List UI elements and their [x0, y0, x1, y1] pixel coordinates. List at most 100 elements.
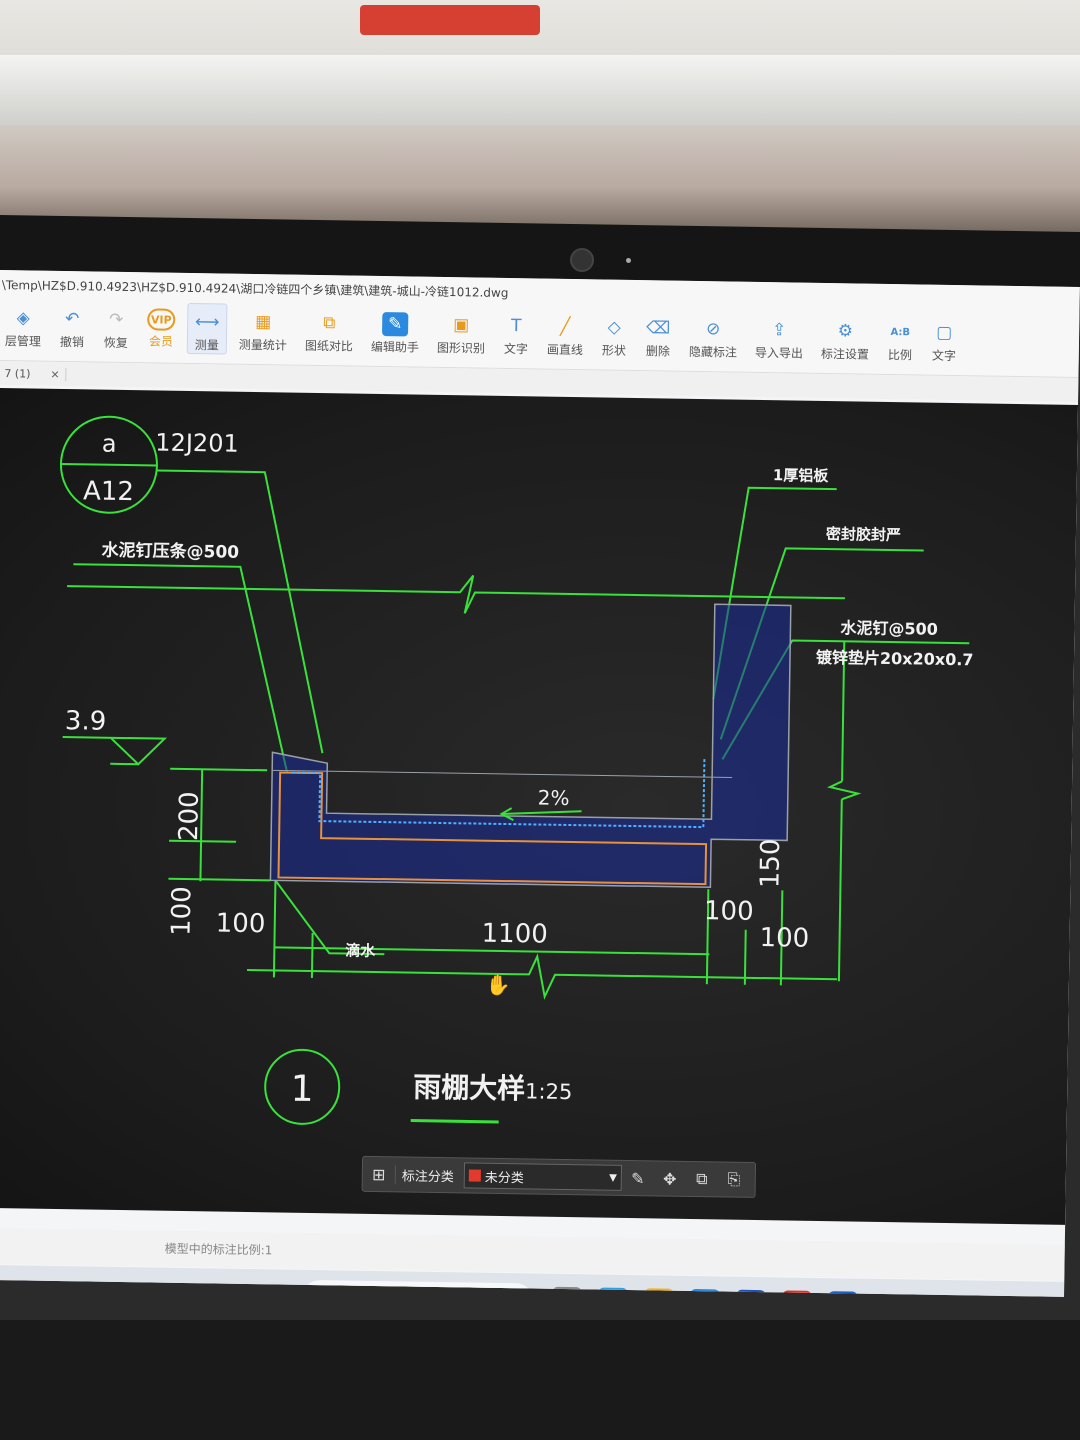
toolbar-shape-button[interactable]: ◇ 形状 — [595, 309, 634, 359]
webcam-indicator — [626, 258, 631, 263]
laptop-screen: \Temp\HZ$D.910.4923\HZ$D.910.4924\湖口冷链四个… — [0, 270, 1080, 1297]
toolbar-label: 图纸对比 — [304, 338, 353, 354]
move-icon[interactable]: ✥ — [654, 1169, 686, 1189]
document-tab[interactable]: 7 (1) × — [0, 366, 67, 381]
text-icon: T — [510, 316, 522, 337]
dim-100-left: 100 — [216, 908, 266, 939]
toolbar-hide-annotation-button[interactable]: ⊘ 隐藏标注 — [683, 311, 744, 361]
eraser-icon: ⌫ — [646, 318, 671, 339]
shape-recognition-icon: ▣ — [453, 315, 470, 336]
toolbar-label: 撤销 — [59, 334, 84, 350]
dim-100-vertical: 100 — [167, 886, 198, 936]
toolbar-scale-button[interactable]: A:B 比例 — [881, 314, 920, 364]
annotation-floatbar: ⊞ 标注分类 未分类 ▼ ✎ ✥ ⧉ ⎘ — [361, 1155, 757, 1198]
toolbar-label: 删除 — [645, 344, 671, 359]
toolbar-text2-button[interactable]: ▢ 文字 — [925, 315, 964, 365]
toolbar-text-button[interactable]: T 文字 — [497, 308, 536, 358]
slope-label: 2% — [538, 786, 570, 810]
canopy-structure — [269, 603, 792, 888]
dim-100-right: 100 — [759, 923, 809, 954]
cad-viewer-icon[interactable]: C — [735, 1289, 767, 1297]
toolbar-import-export-button[interactable]: ⇪ 导入导出 — [749, 312, 810, 362]
toolbar-label: 形状 — [601, 343, 627, 358]
detail-index-divider — [60, 462, 157, 467]
import-export-icon: ⇪ — [771, 320, 787, 341]
status-text: 模型中的标注比例:1 — [164, 1241, 273, 1258]
edit-assistant-icon: ✎ — [382, 312, 409, 337]
toolbar-label: 恢复 — [103, 335, 128, 351]
search-label: 搜索 — [333, 1288, 363, 1297]
toolbar-vip-button[interactable]: VIP 会员 — [141, 302, 182, 350]
detail-index-bottom: A12 — [83, 476, 134, 507]
netease-music-icon[interactable]: ◎ — [781, 1290, 813, 1297]
measure-icon: ⟷ — [194, 312, 220, 333]
edit-icon[interactable]: ✎ — [622, 1168, 654, 1188]
dim-100-right-top: 100 — [704, 896, 754, 927]
label-nail-strip: 水泥钉压条@500 — [101, 540, 239, 563]
measure-stats-icon: ▦ — [255, 312, 272, 333]
toolbar-delete-button[interactable]: ⌫ 删除 — [639, 310, 678, 360]
elevation-label: 3.9 — [65, 706, 107, 737]
laptop-bottom-bezel — [0, 1320, 1080, 1440]
app-swirl-icon[interactable]: ◐ — [827, 1291, 859, 1297]
dim-200: 200 — [174, 791, 205, 841]
toolbar-shape-recognition-button[interactable]: ▣ 图形识别 — [431, 307, 492, 357]
copy-icon[interactable]: ⧉ — [686, 1169, 718, 1190]
file-explorer-icon[interactable]: ▬ — [643, 1288, 675, 1297]
scale-icon: A:B — [890, 326, 911, 338]
detail-index-top: a — [102, 430, 117, 458]
category-color-swatch — [468, 1169, 481, 1182]
search-icon: ⌕ — [314, 1288, 323, 1297]
dim-1100: 1100 — [481, 919, 548, 950]
label-sealant: 密封胶封严 — [826, 525, 901, 544]
windows-start-icon[interactable] — [259, 1284, 287, 1297]
category-select[interactable]: 未分类 ▼ — [463, 1162, 623, 1191]
drawing-canvas[interactable]: ✋ a A12 12J201 水泥钉压条@500 1厚铝板 密封胶封严 水泥钉@… — [0, 387, 1079, 1225]
red-object — [360, 5, 540, 35]
category-value: 未分类 — [484, 1170, 524, 1186]
photo-background — [0, 0, 1080, 250]
drawing-title: 雨棚大样 — [413, 1071, 526, 1106]
document-tab-label: 7 (1) — [4, 366, 31, 380]
text-icon: ▢ — [936, 322, 953, 343]
annotation-settings-icon: ⚙ — [837, 321, 854, 342]
toolbar-label: 文字 — [931, 348, 957, 364]
atlas-reference: 12J201 — [155, 428, 239, 457]
toolbar-label: 测量统计 — [238, 337, 287, 353]
toolbar-label: 标注设置 — [820, 346, 870, 362]
leader-lines — [59, 415, 970, 1125]
app-t-icon[interactable]: T — [689, 1288, 721, 1297]
hand-cursor-icon: ✋ — [486, 973, 511, 997]
vip-icon: VIP — [147, 308, 176, 331]
task-view-icon[interactable]: ▭ — [551, 1286, 583, 1297]
edge-icon[interactable]: e — [597, 1287, 629, 1297]
toolbar-label: 隐藏标注 — [688, 344, 738, 360]
toolbar-label: 图形识别 — [436, 340, 486, 356]
toolbar-label: 测量 — [194, 338, 219, 353]
redo-icon: ↷ — [108, 309, 124, 330]
toolbar-layer-manager-button[interactable]: ◈ 层管理 — [0, 300, 48, 350]
toolbar-undo-button[interactable]: ↶ 撤销 — [53, 301, 92, 351]
toolbar-measure-button[interactable]: ⟷ 测量 — [186, 302, 228, 355]
toolbar-label: 文字 — [503, 341, 529, 357]
label-washer: 镀锌垫片20x20x0.7 — [816, 648, 974, 669]
category-label: 标注分类 — [394, 1164, 461, 1185]
close-icon[interactable]: × — [50, 367, 59, 380]
paste-icon[interactable]: ⎘ — [718, 1169, 750, 1190]
monitor-stand-strip — [0, 55, 1080, 125]
taskbar-search[interactable]: ⌕ 搜索 — [301, 1279, 535, 1297]
chevron-down-icon: ▼ — [609, 1172, 617, 1184]
compare-icon: ⧉ — [323, 313, 336, 334]
title-number: 1 — [290, 1069, 314, 1110]
shape-icon: ◇ — [607, 317, 621, 338]
toolbar-measure-stats-button[interactable]: ▦ 测量统计 — [233, 304, 294, 354]
toolbar-compare-button[interactable]: ⧉ 图纸对比 — [299, 305, 360, 355]
toolbar-edit-assistant-button[interactable]: ✎ 编辑助手 — [365, 306, 426, 356]
layers-icon: ◈ — [16, 308, 30, 329]
toolbar-redo-button[interactable]: ↷ 恢复 — [97, 302, 136, 352]
grid-icon[interactable]: ⊞ — [363, 1164, 395, 1184]
toolbar-annotation-settings-button[interactable]: ⚙ 标注设置 — [815, 313, 876, 363]
toolbar-line-button[interactable]: ╱ 画直线 — [541, 309, 590, 359]
webcam — [570, 248, 594, 272]
label-nail: 水泥钉@500 — [840, 618, 938, 639]
